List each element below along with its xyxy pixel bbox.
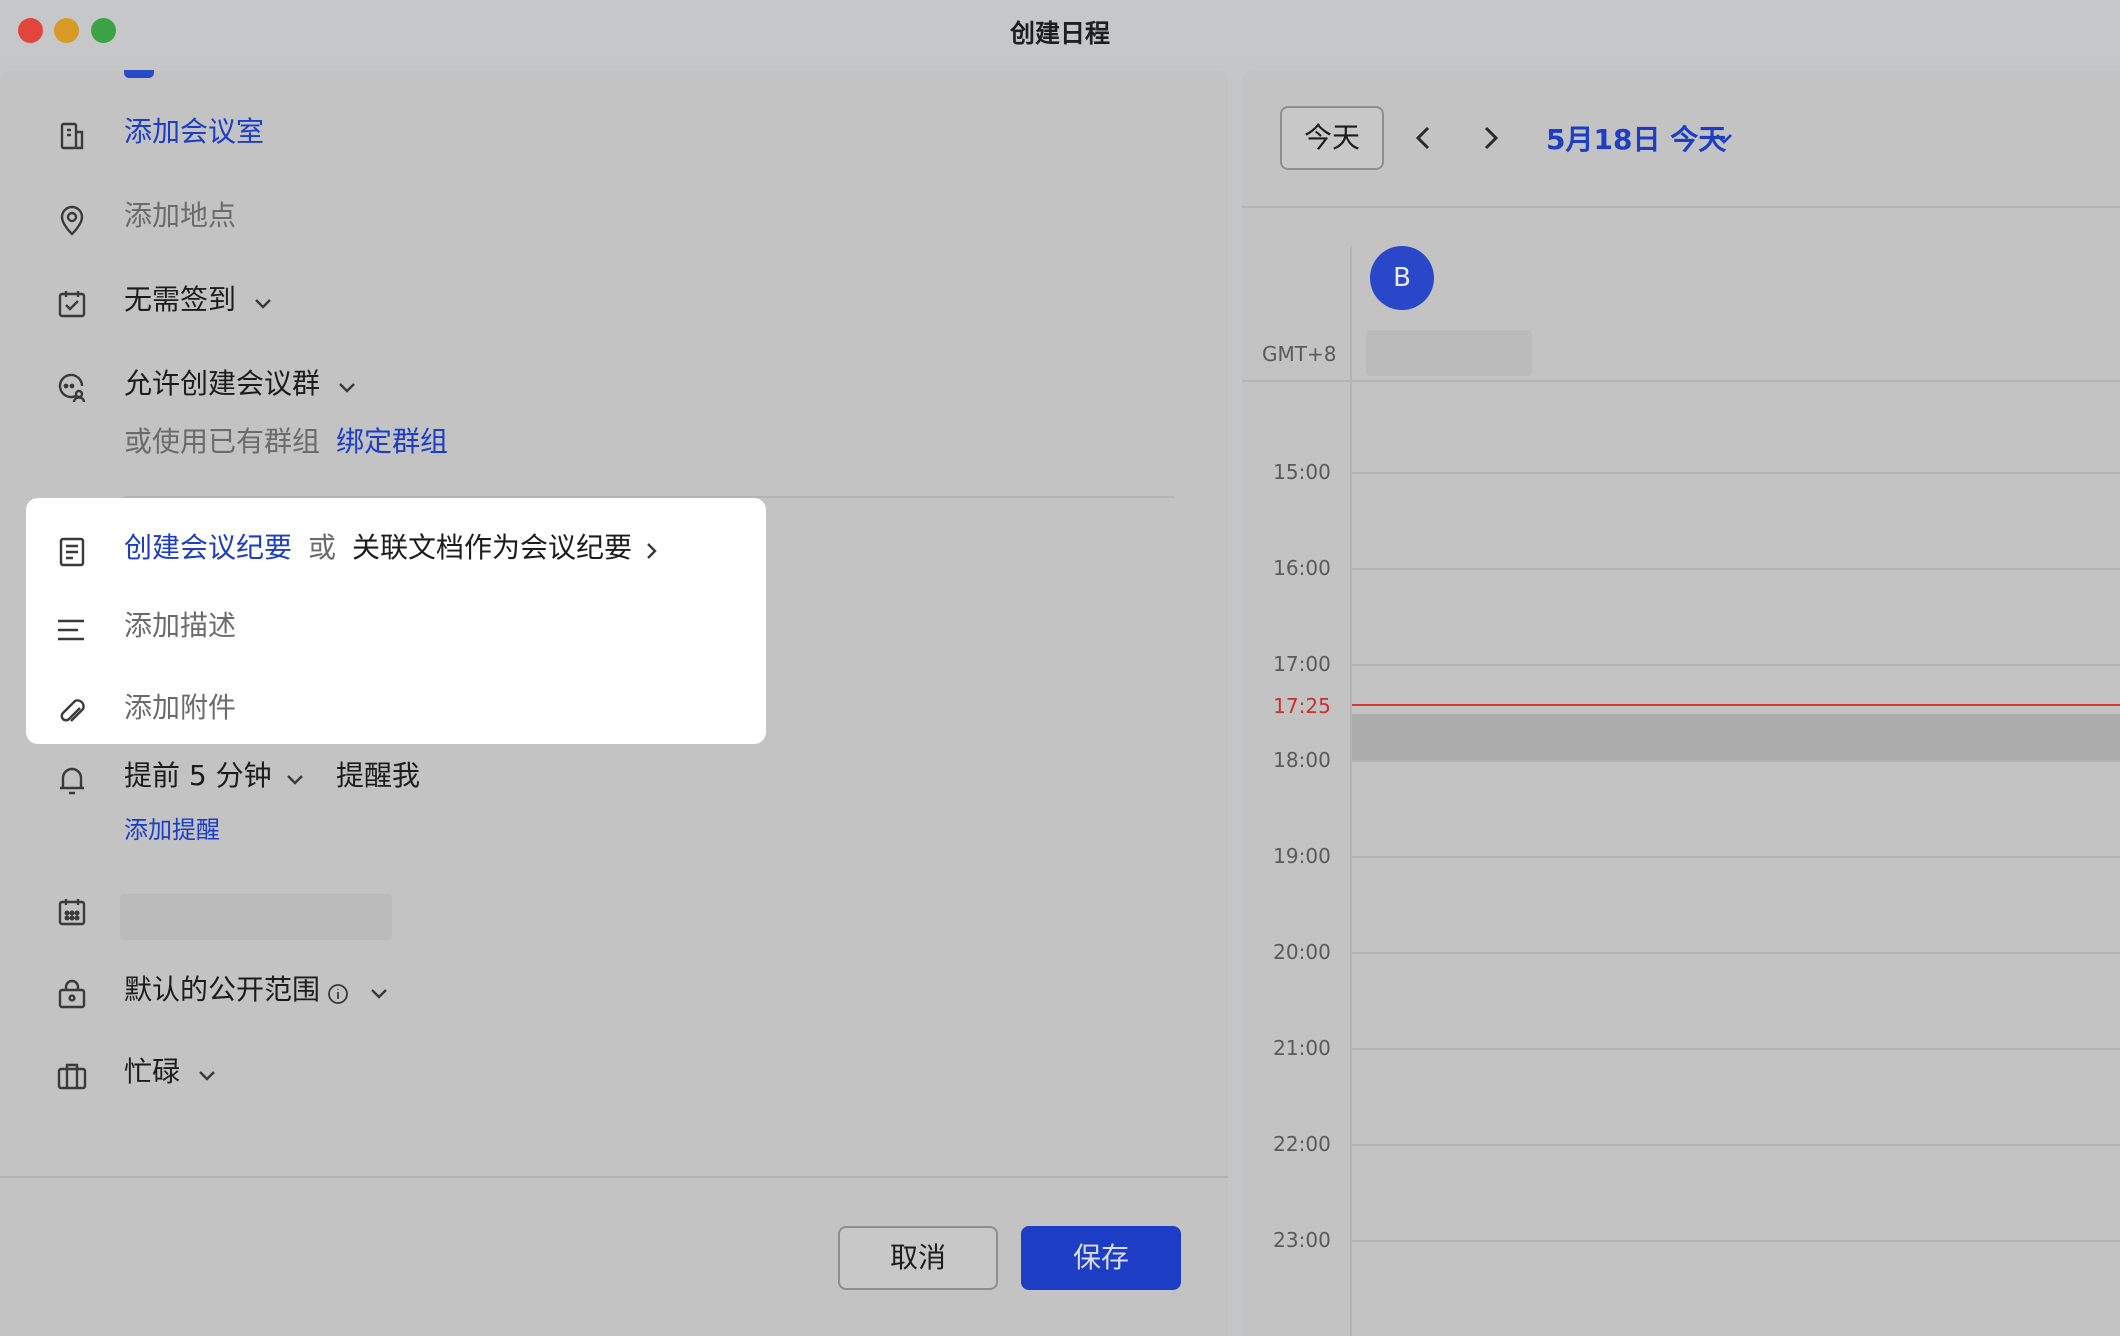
- footer-divider: [0, 1176, 1228, 1178]
- cancel-button[interactable]: 取消: [838, 1226, 998, 1290]
- save-button[interactable]: 保存: [1021, 1226, 1181, 1290]
- current-time-label: 17:25: [1273, 694, 1331, 718]
- reminder-select[interactable]: 提前 5 分钟: [124, 758, 272, 794]
- window-title: 创建日程: [1009, 19, 1110, 48]
- hour-line: [1352, 1144, 2120, 1146]
- hour-line: [1352, 380, 2120, 382]
- hour-line: [1352, 952, 2120, 954]
- timezone-label: GMT+8: [1262, 342, 1337, 366]
- lock-icon: [54, 976, 90, 1012]
- chevron-right-icon[interactable]: [1472, 120, 1508, 156]
- hour-line: [1352, 664, 2120, 666]
- hour-label: 16:00: [1273, 556, 1331, 580]
- bind-group-link[interactable]: 绑定群组: [336, 424, 448, 460]
- chevron-down-icon[interactable]: [1710, 124, 1738, 152]
- avatar[interactable]: B: [1370, 246, 1434, 310]
- chat-group-icon: [54, 370, 90, 406]
- today-button[interactable]: 今天: [1280, 106, 1384, 170]
- location-pin-icon: [54, 202, 90, 238]
- link-doc-link[interactable]: 关联文档作为会议纪要: [352, 530, 632, 566]
- hour-label: 18:00: [1273, 748, 1331, 772]
- add-description-input[interactable]: 添加描述: [124, 608, 236, 644]
- hour-line: [1352, 856, 2120, 858]
- hour-label: 21:00: [1273, 1036, 1331, 1060]
- add-location-input[interactable]: 添加地点: [124, 198, 236, 234]
- chevron-down-icon[interactable]: [366, 980, 392, 1006]
- hour-line: [1352, 760, 2120, 762]
- info-icon[interactable]: [326, 982, 350, 1006]
- hour-label: 20:00: [1273, 940, 1331, 964]
- clipped-option-row: [124, 70, 504, 82]
- visibility-select[interactable]: 默认的公开范围: [124, 972, 320, 1008]
- title-bar: 创建日程: [0, 0, 2120, 62]
- new-event-block[interactable]: [1352, 714, 2120, 760]
- hour-line: [1352, 1048, 2120, 1050]
- row-visibility[interactable]: 默认的公开范围: [0, 972, 1200, 1016]
- busy-select[interactable]: 忙碌: [124, 1054, 180, 1090]
- create-notes-link[interactable]: 创建会议纪要: [124, 530, 292, 566]
- hour-label: 15:00: [1273, 460, 1331, 484]
- chevron-right-icon[interactable]: [638, 538, 664, 564]
- add-attachment-link[interactable]: 添加附件: [124, 690, 236, 726]
- toolbar-divider: [1242, 206, 2120, 208]
- paperclip-icon: [54, 694, 90, 730]
- day-view-panel: 今天 5月18日 今天 B GMT+8 15:00 16:00 17:00 18:00…: [1242, 70, 2120, 1336]
- calendar-name-placeholder[interactable]: [120, 894, 392, 940]
- time-column-divider: [1350, 246, 1352, 1336]
- chevron-down-icon[interactable]: [194, 1062, 220, 1088]
- hour-label: 17:00: [1273, 652, 1331, 676]
- hour-line: [1352, 1240, 2120, 1242]
- calendar-check-icon: [54, 286, 90, 322]
- hour-line: [1352, 472, 2120, 474]
- row-description[interactable]: 添加描述: [0, 608, 1200, 652]
- row-attachment[interactable]: 添加附件: [0, 690, 1200, 734]
- calendar-icon: [54, 894, 90, 930]
- or-label: 或: [308, 531, 337, 564]
- add-room-link[interactable]: 添加会议室: [124, 114, 264, 150]
- existing-group-hint: 或使用已有群组: [124, 425, 321, 458]
- date-selector[interactable]: 5月18日 今天: [1546, 118, 1726, 158]
- checkbox[interactable]: [124, 70, 154, 78]
- text-lines-icon: [54, 612, 90, 648]
- row-reminder[interactable]: 提前 5 分钟 提醒我: [0, 758, 1200, 802]
- chevron-down-icon[interactable]: [334, 374, 360, 400]
- row-add-location[interactable]: 添加地点: [0, 198, 1200, 242]
- building-icon: [54, 118, 90, 154]
- row-meeting-notes[interactable]: 创建会议纪要 或 关联文档作为会议纪要: [0, 530, 1200, 574]
- bell-icon: [54, 762, 90, 798]
- row-meeting-group[interactable]: 允许创建会议群: [0, 366, 1200, 410]
- hour-label: 19:00: [1273, 844, 1331, 868]
- hour-label: 23:00: [1273, 1228, 1331, 1252]
- remind-me-label: 提醒我: [336, 759, 421, 792]
- row-checkin[interactable]: 无需签到: [0, 282, 1200, 326]
- chevron-left-icon[interactable]: [1406, 120, 1442, 156]
- chevron-down-icon[interactable]: [250, 290, 276, 316]
- add-reminder-link[interactable]: 添加提醒: [124, 812, 220, 848]
- hour-line: [1352, 568, 2120, 570]
- briefcase-icon: [54, 1058, 90, 1094]
- hour-label: 22:00: [1273, 1132, 1331, 1156]
- document-icon: [54, 534, 90, 570]
- meeting-group-select[interactable]: 允许创建会议群: [124, 366, 320, 402]
- chevron-down-icon[interactable]: [282, 766, 308, 792]
- row-busy[interactable]: 忙碌: [0, 1054, 1200, 1098]
- attendee-name-placeholder: [1366, 330, 1532, 376]
- checkin-select[interactable]: 无需签到: [124, 282, 236, 318]
- row-add-room[interactable]: 添加会议室: [0, 114, 1200, 158]
- event-form-panel: 添加会议室 添加地点 无需签到 允许创建会议群 或使用已有群组 绑定群组 创建会…: [0, 70, 1228, 1336]
- current-time-line: [1352, 704, 2120, 706]
